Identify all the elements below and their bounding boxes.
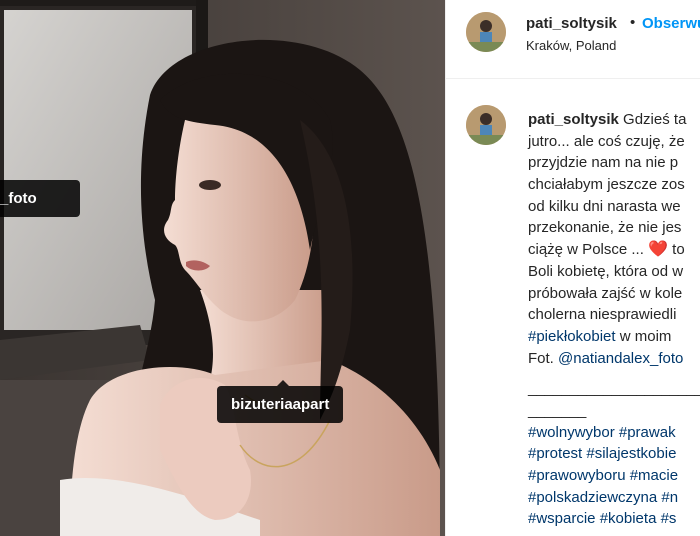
follow-button[interactable]: Obserwuj: [642, 15, 700, 32]
hashtag-row[interactable]: #prawowyboru #macie: [528, 465, 700, 487]
caption-text: Boli kobietę, która od w: [528, 262, 684, 280]
caption-text: w moim: [615, 327, 672, 345]
caption-divider: _______: [528, 401, 587, 419]
post-photo[interactable]: _foto bizuteriaapart: [0, 0, 445, 536]
post-location[interactable]: Kraków, Poland: [526, 38, 616, 53]
hashtag-row[interactable]: #wolnywybor #prawak: [528, 422, 700, 444]
caption-divider: ______________________: [528, 380, 700, 398]
caption-text: Gdzieś ta: [623, 111, 687, 128]
separator-dot: •: [630, 14, 636, 31]
caption-text: próbowała zajść w kole: [528, 284, 683, 302]
avatar[interactable]: [466, 12, 506, 52]
post-caption: pati_soltysik Gdzieś ta jutro... ale coś…: [528, 109, 700, 530]
caption-text: przyjdzie nam na nie p: [528, 154, 679, 172]
caption-text: to: [672, 241, 685, 259]
caption-text: ciążę w Polsce ...: [528, 241, 644, 259]
caption-username[interactable]: pati_soltysik: [528, 111, 619, 128]
post-author-username[interactable]: pati_soltysik: [526, 15, 617, 32]
caption-text: chciałabym jeszcze zos: [528, 176, 685, 194]
post-sidebar: pati_soltysik • Obserwuj Kraków, Poland …: [445, 0, 700, 536]
caption-text: jutro... ale coś czuję, że: [528, 132, 685, 150]
caption-text: od kilku dni narasta we: [528, 197, 681, 215]
hashtag-row[interactable]: #wsparcie #kobieta #s: [528, 508, 700, 530]
avatar[interactable]: [466, 105, 506, 145]
post-header: pati_soltysik • Obserwuj Kraków, Poland: [446, 0, 700, 79]
hashtag-row[interactable]: #protest #silajestkobie: [528, 443, 700, 465]
caption-text: cholerna niesprawiedli: [528, 306, 677, 324]
photo-tag[interactable]: bizuteriaapart: [217, 380, 344, 423]
mention-link[interactable]: @natiandalex_foto: [558, 350, 683, 367]
hashtag-link[interactable]: #piekłokobiet: [528, 328, 616, 345]
caption-text: Fot.: [528, 349, 559, 367]
photo-tag[interactable]: _foto: [0, 180, 80, 217]
caption-text: przekonanie, że nie jes: [528, 219, 682, 237]
hashtag-row[interactable]: #polskadziewczyna #n: [528, 487, 700, 509]
portrait-image: [0, 0, 445, 536]
heart-emoji-icon: ❤️: [648, 241, 668, 259]
